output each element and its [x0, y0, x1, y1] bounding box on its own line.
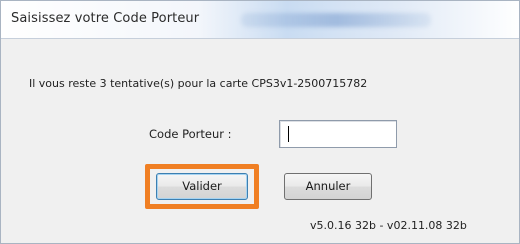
code-porteur-label: Code Porteur :	[149, 127, 232, 141]
code-porteur-input[interactable]	[279, 120, 397, 148]
dialog-title: Saisissez votre Code Porteur	[11, 11, 200, 26]
title-bar-glass-area	[241, 13, 431, 27]
version-text: v5.0.16 32b - v02.11.08 32b	[310, 219, 467, 232]
title-bar[interactable]: Saisissez votre Code Porteur	[1, 1, 519, 39]
attempts-message: Il vous reste 3 tentative(s) pour la car…	[29, 77, 368, 90]
annuler-button[interactable]: Annuler	[284, 173, 372, 200]
code-porteur-dialog: Saisissez votre Code Porteur Il vous res…	[0, 0, 520, 244]
valider-button[interactable]: Valider	[156, 173, 248, 200]
dialog-body: Il vous reste 3 tentative(s) pour la car…	[7, 40, 515, 243]
text-caret	[288, 126, 289, 142]
